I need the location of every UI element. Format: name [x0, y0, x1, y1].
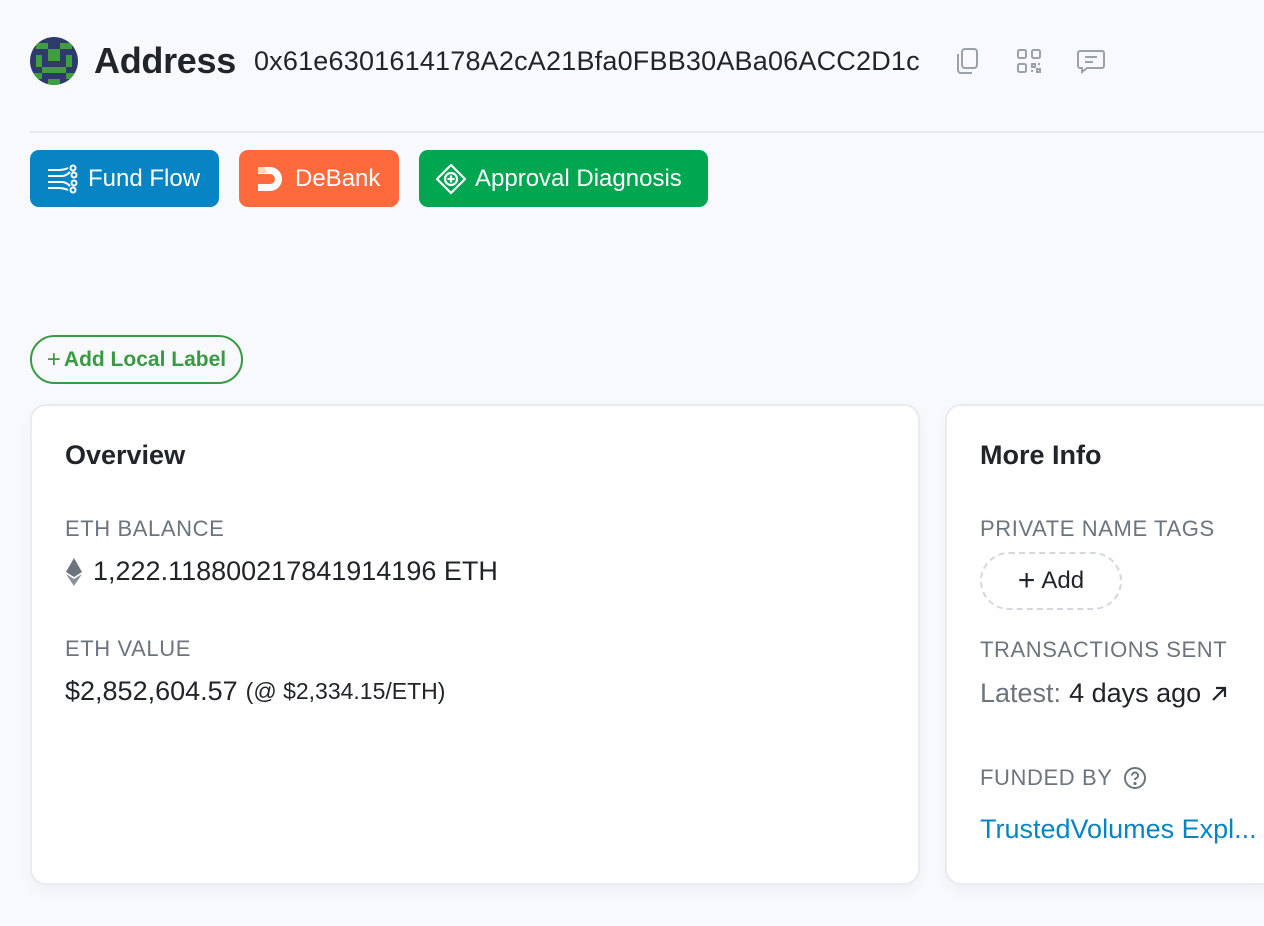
- funded-by-row: FUNDED BY: [980, 765, 1147, 791]
- fund-flow-button[interactable]: Fund Flow: [30, 150, 219, 207]
- debank-label: DeBank: [295, 164, 381, 192]
- help-circle-icon[interactable]: [1123, 766, 1147, 790]
- eth-price-rate: (@ $2,334.15/ETH): [245, 678, 446, 704]
- eth-balance-value-row: 1,222.118800217841914196 ETH: [65, 556, 498, 587]
- plus-icon: +: [1017, 564, 1036, 597]
- eth-value-amount: $2,852,604.57: [65, 676, 238, 706]
- add-private-tag-button[interactable]: + Add: [980, 552, 1122, 610]
- private-name-tags-label: PRIVATE NAME TAGS: [980, 516, 1215, 541]
- funded-by-label: FUNDED BY: [980, 765, 1113, 790]
- header-divider: [30, 131, 1264, 133]
- eth-balance-value: 1,222.118800217841914196 ETH: [93, 556, 498, 586]
- diamond-plus-icon: [435, 163, 467, 194]
- eth-balance-label: ETH BALANCE: [65, 516, 225, 541]
- approval-diagnosis-button[interactable]: Approval Diagnosis: [419, 150, 708, 207]
- transactions-sent-label: TRANSACTIONS SENT: [980, 637, 1228, 662]
- arrow-up-right-icon[interactable]: [1209, 684, 1229, 704]
- latest-transaction-link[interactable]: 4 days ago: [1069, 678, 1201, 709]
- debank-button[interactable]: DeBank: [239, 150, 399, 207]
- plus-icon: +: [46, 345, 61, 373]
- ethereum-icon: [66, 557, 82, 586]
- qr-code-icon[interactable]: [1012, 44, 1046, 78]
- debank-icon: [258, 166, 282, 191]
- action-buttons: Fund Flow DeBank Approval Diagnosis: [30, 150, 728, 207]
- latest-transaction-row: Latest: 4 days ago: [980, 678, 1229, 709]
- fund-flow-label: Fund Flow: [88, 164, 201, 192]
- overview-card: Overview ETH BALANCE 1,222.1188002178419…: [30, 404, 920, 885]
- copy-icon[interactable]: [950, 44, 984, 78]
- eth-value-row: $2,852,604.57 (@ $2,334.15/ETH): [65, 676, 445, 707]
- eth-value-label: ETH VALUE: [65, 636, 192, 661]
- add-local-label-button[interactable]: + Add Local Label: [30, 335, 243, 384]
- fund-flow-icon: [48, 164, 78, 193]
- address-avatar: [30, 37, 78, 85]
- latest-prefix: Latest:: [980, 678, 1062, 708]
- approval-diagnosis-label: Approval Diagnosis: [475, 164, 682, 192]
- address-hash: 0x61e6301614178A2cA21Bfa0FBB30ABa06ACC2D…: [253, 45, 920, 76]
- more-info-title: More Info: [980, 440, 1102, 470]
- more-info-card: More Info PRIVATE NAME TAGS + Add TRANSA…: [945, 404, 1264, 885]
- add-local-label-text: Add Local Label: [63, 347, 227, 371]
- page-title: Address: [94, 40, 236, 81]
- comment-icon[interactable]: [1074, 44, 1108, 78]
- overview-title: Overview: [65, 440, 186, 470]
- address-header: Address 0x61e6301614178A2cA21Bfa0FBB30AB…: [30, 34, 1264, 88]
- funded-by-link[interactable]: TrustedVolumes Expl...: [980, 814, 1257, 845]
- add-private-tag-label: Add: [1041, 567, 1085, 594]
